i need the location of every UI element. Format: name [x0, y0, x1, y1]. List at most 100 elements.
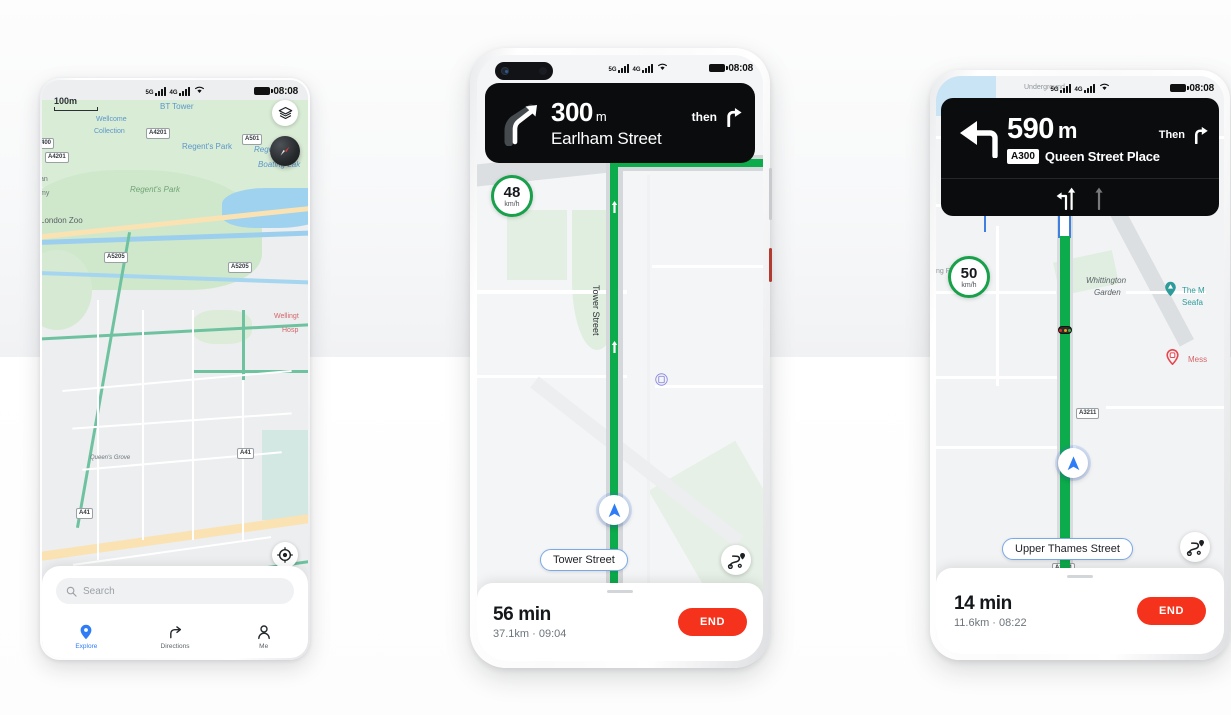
tab-label: Explore [75, 643, 98, 650]
map-road-minor [42, 321, 308, 342]
parking-poi-icon[interactable] [655, 373, 668, 391]
road-shield: A4201 [45, 152, 69, 163]
speed-value: 50 [960, 264, 978, 282]
battery-icon [1170, 84, 1189, 92]
map-road-minor [996, 226, 999, 386]
screenshot-canvas: BT Tower Wellcome Collection Regent's Pa… [0, 0, 1231, 715]
route-direction-arrow [611, 340, 618, 359]
power-key[interactable] [769, 248, 772, 282]
sheet-grabber[interactable] [607, 590, 633, 593]
navigation-arrow-icon [608, 502, 620, 517]
navigation-banner[interactable]: 590 m Then A300 Queen Street Place [941, 98, 1219, 216]
end-navigation-button[interactable]: END [677, 608, 747, 636]
signal-5g-icon: 5G [1050, 83, 1071, 93]
status-right: 08:08 [254, 86, 298, 97]
road-shield: A5205 [104, 252, 128, 263]
map-pin-icon [80, 624, 92, 640]
phone-navigation-center: Tower Street 5G 4G 08:08 300 m then Earl… [470, 48, 772, 668]
eta-content: 56 min 37.1km · 09:04 END [477, 583, 763, 661]
status-time: 08:08 [1189, 82, 1214, 94]
search-input[interactable]: Search [56, 578, 294, 604]
tab-label: Directions [160, 643, 190, 650]
locate-me-button[interactable] [272, 542, 298, 568]
street-name: Queen Street Place [1044, 148, 1160, 164]
status-bar: 5G 4G 08:08 [936, 76, 1224, 100]
compass-button[interactable] [270, 136, 300, 166]
tab-directions[interactable]: Directions [131, 616, 220, 658]
maneuver-icon-wrap [951, 118, 1007, 158]
signal-5g-icon: 5G [608, 63, 629, 73]
eta-distance-arrival: 11.6km · 08:22 [954, 617, 1027, 629]
then-group: then [692, 107, 743, 127]
map-road-minor [936, 446, 1076, 449]
distance-unit: m [1057, 117, 1078, 143]
search-icon [66, 586, 77, 597]
battery-icon [709, 64, 728, 72]
status-signals: 5G 4G [608, 62, 667, 74]
map-label: an [42, 176, 48, 183]
banner-text: 300 m then Earlham Street [551, 97, 743, 149]
navigation-banner[interactable]: 300 m then Earlham Street [485, 83, 755, 163]
eta-text: 56 min 37.1km · 09:04 [493, 604, 566, 640]
phone-screen: Tower Street 5G 4G 08:08 300 m then Earl… [477, 55, 763, 661]
user-location-puck [599, 495, 629, 525]
current-street-pill: Tower Street [540, 549, 628, 571]
battery-icon [254, 87, 273, 95]
network-type-label: 4G [1074, 86, 1083, 93]
route-overview-button[interactable] [1180, 532, 1210, 562]
volume-key[interactable] [769, 168, 772, 220]
bottom-tab-bar: Explore Directions Me [42, 616, 308, 658]
map-road-minor [192, 310, 194, 540]
wifi-icon [1099, 82, 1110, 94]
tab-explore[interactable]: Explore [42, 616, 131, 658]
end-navigation-button[interactable]: END [1136, 597, 1206, 625]
speed-unit: km/h [961, 281, 977, 289]
distance-unit: m [595, 109, 607, 124]
map-label: Queen's Grove [90, 455, 131, 461]
distance-row: 300 m then [551, 97, 743, 128]
banner-content: 590 m Then A300 Queen Street Place [941, 98, 1219, 178]
distance-row: 590 m Then [1007, 113, 1209, 146]
camera-cutout [495, 62, 553, 80]
road-shield: A5205 [228, 262, 252, 273]
poi-pin-red[interactable] [1166, 348, 1179, 370]
network-type-label: 4G [169, 89, 178, 96]
map-road-minor [647, 175, 650, 595]
eta-sheet[interactable]: 14 min 11.6km · 08:22 END [936, 568, 1224, 654]
map-label: Hosp [282, 327, 299, 334]
map-road-minor [1106, 406, 1224, 409]
signal-5g-icon: 5G [145, 86, 166, 96]
eta-text: 14 min 11.6km · 08:22 [954, 593, 1027, 629]
route-overview-button[interactable] [721, 545, 751, 575]
layers-button[interactable] [272, 100, 298, 126]
tab-me[interactable]: Me [219, 616, 308, 658]
road-shield: A501 [242, 134, 263, 145]
map-label: The M [1182, 286, 1205, 295]
phone-navigation-right: Whittington Garden The M Seafa Mess Unde… [930, 70, 1230, 660]
explore-bottom-sheet: Search Explore Directions Me [42, 566, 308, 658]
map-label: Whittington [1086, 276, 1127, 285]
eta-sheet[interactable]: 56 min 37.1km · 09:04 END [477, 583, 763, 661]
map-label: Regent's Park [130, 185, 180, 194]
poi-pin-teal[interactable] [1164, 281, 1177, 302]
map-label: London Zoo [42, 216, 83, 225]
status-signals: 5G 4G [1050, 82, 1109, 94]
map-label: Collection [94, 128, 125, 135]
then-label: then [691, 110, 717, 124]
turn-right-icon [1194, 126, 1208, 144]
network-type-label: 4G [632, 66, 641, 73]
map-label: Wellcome [96, 116, 127, 123]
map-road-minor [655, 385, 763, 388]
tab-label: Me [259, 643, 269, 650]
phone-explore: BT Tower Wellcome Collection Regent's Pa… [40, 78, 310, 660]
user-location-puck [1058, 448, 1088, 478]
speed-badge: 50 km/h [948, 256, 990, 298]
traffic-light-icon [1058, 326, 1072, 334]
map-road-minor [97, 300, 99, 560]
map-label: Garden [1094, 288, 1121, 297]
map-park-polygon [507, 210, 567, 280]
route-overview-icon [1186, 539, 1204, 556]
sheet-grabber[interactable] [1067, 575, 1093, 578]
status-time: 08:08 [728, 62, 753, 74]
route-line [610, 159, 618, 599]
